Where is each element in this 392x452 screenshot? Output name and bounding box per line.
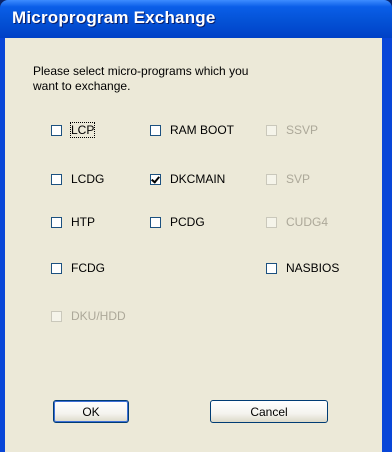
checkbox-pcdg[interactable]: PCDG [150, 214, 205, 230]
checkbox-ssvp-box [266, 124, 277, 136]
checkbox-cudg4-label: CUDG4 [286, 215, 329, 229]
ok-button[interactable]: OK [53, 400, 129, 423]
checkbox-ssvp-label: SSVP [286, 123, 319, 137]
checkbox-dku-hdd: DKU/HDD [51, 308, 126, 324]
checkbox-ram-boot[interactable]: RAM BOOT [150, 122, 234, 138]
dialog-window: Microprogram Exchange Please select micr… [0, 0, 392, 452]
window-title: Microprogram Exchange [12, 8, 216, 27]
checkbox-nasbios-label: NASBIOS [286, 261, 340, 275]
checkbox-lcdg-box[interactable] [51, 173, 62, 185]
checkbox-dkcmain-box[interactable] [150, 173, 161, 185]
checkbox-htp[interactable]: HTP [51, 214, 95, 230]
checkbox-pcdg-label: PCDG [170, 215, 205, 229]
checkbox-dkcmain[interactable]: DKCMAIN [150, 171, 225, 187]
checkbox-cudg4: CUDG4 [266, 214, 328, 230]
checkbox-lcp-label: LCP [69, 122, 96, 138]
window-frame-right [382, 38, 392, 452]
checkbox-cudg4-box [266, 216, 277, 228]
checkbox-lcp[interactable]: LCP [51, 122, 96, 138]
checkbox-dku-hdd-box [51, 310, 62, 322]
checkbox-dkcmain-label: DKCMAIN [170, 172, 226, 186]
instructions-text: Please select micro-programs which you w… [33, 64, 249, 93]
checkbox-ssvp: SSVP [266, 122, 318, 138]
checkbox-svp-label: SVP [286, 172, 311, 186]
checkbox-ram-boot-label: RAM BOOT [170, 123, 235, 137]
checkbox-htp-label: HTP [71, 215, 95, 229]
checkbox-ram-boot-box[interactable] [150, 124, 161, 136]
dialog-body: Please select micro-programs which you w… [5, 38, 382, 452]
cancel-button[interactable]: Cancel [210, 400, 328, 423]
checkbox-svp: SVP [266, 171, 310, 187]
checkbox-pcdg-box[interactable] [150, 216, 161, 228]
checkbox-fcdg-box[interactable] [51, 262, 62, 274]
title-bar[interactable]: Microprogram Exchange [0, 0, 392, 38]
checkbox-nasbios[interactable]: NASBIOS [266, 260, 339, 276]
checkbox-nasbios-box[interactable] [266, 262, 277, 274]
checkbox-htp-box[interactable] [51, 216, 62, 228]
checkbox-fcdg[interactable]: FCDG [51, 260, 105, 276]
checkbox-lcp-box[interactable] [51, 124, 62, 136]
checkbox-svp-box [266, 173, 277, 185]
checkbox-lcdg[interactable]: LCDG [51, 171, 104, 187]
checkbox-lcdg-label: LCDG [71, 172, 105, 186]
checkbox-fcdg-label: FCDG [71, 261, 105, 275]
checkbox-dku-hdd-label: DKU/HDD [71, 309, 126, 323]
